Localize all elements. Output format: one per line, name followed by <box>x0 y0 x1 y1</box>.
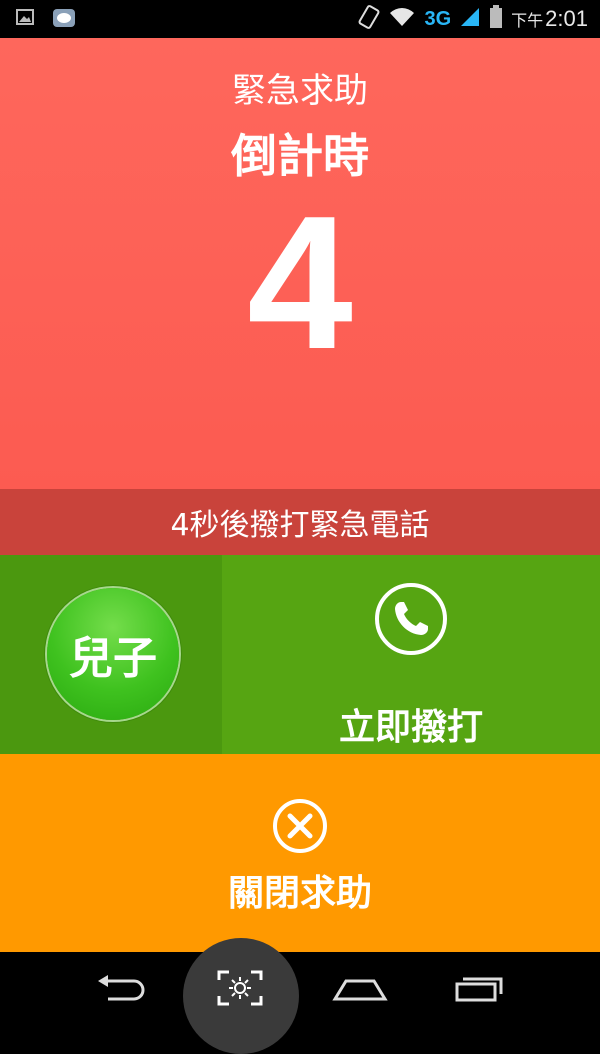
home-button[interactable] <box>320 952 400 1024</box>
close-help-button[interactable]: 關閉求助 <box>0 754 600 952</box>
countdown-notice: 4秒後撥打緊急電話 <box>0 489 600 555</box>
navigation-bar <box>0 938 600 1054</box>
status-time: 下午2:01 <box>511 6 588 31</box>
rotate-icon <box>358 4 380 34</box>
contact-button[interactable]: 兒子 <box>47 588 179 720</box>
network-type: 3G <box>424 7 452 30</box>
back-icon <box>98 975 145 1001</box>
screen-capture-icon <box>217 970 263 1006</box>
recent-apps-icon <box>455 977 503 1002</box>
phone-icon <box>375 583 447 655</box>
close-help-label: 關閉求助 <box>227 873 372 914</box>
battery-icon <box>489 5 503 33</box>
call-now-button[interactable]: 立即撥打 <box>222 555 600 754</box>
countdown-seconds: 4 <box>247 177 353 389</box>
home-icon <box>332 979 388 1001</box>
close-circle-icon <box>273 799 327 853</box>
call-now-label: 立即撥打 <box>338 707 483 748</box>
wifi-icon <box>388 6 416 32</box>
signal-icon <box>459 6 481 32</box>
recent-apps-button[interactable] <box>440 952 520 1024</box>
status-bar: 3G 下午2:01 <box>0 0 600 38</box>
picture-icon <box>16 8 34 32</box>
screen-capture-icon-wrap <box>200 952 280 1024</box>
contact-panel: 兒子 <box>0 555 222 754</box>
back-button[interactable] <box>80 952 160 1024</box>
countdown-panel: 緊急求助 倒計時 4 <box>0 38 600 489</box>
messenger-icon <box>52 8 76 32</box>
countdown-title: 緊急求助 <box>232 71 368 111</box>
